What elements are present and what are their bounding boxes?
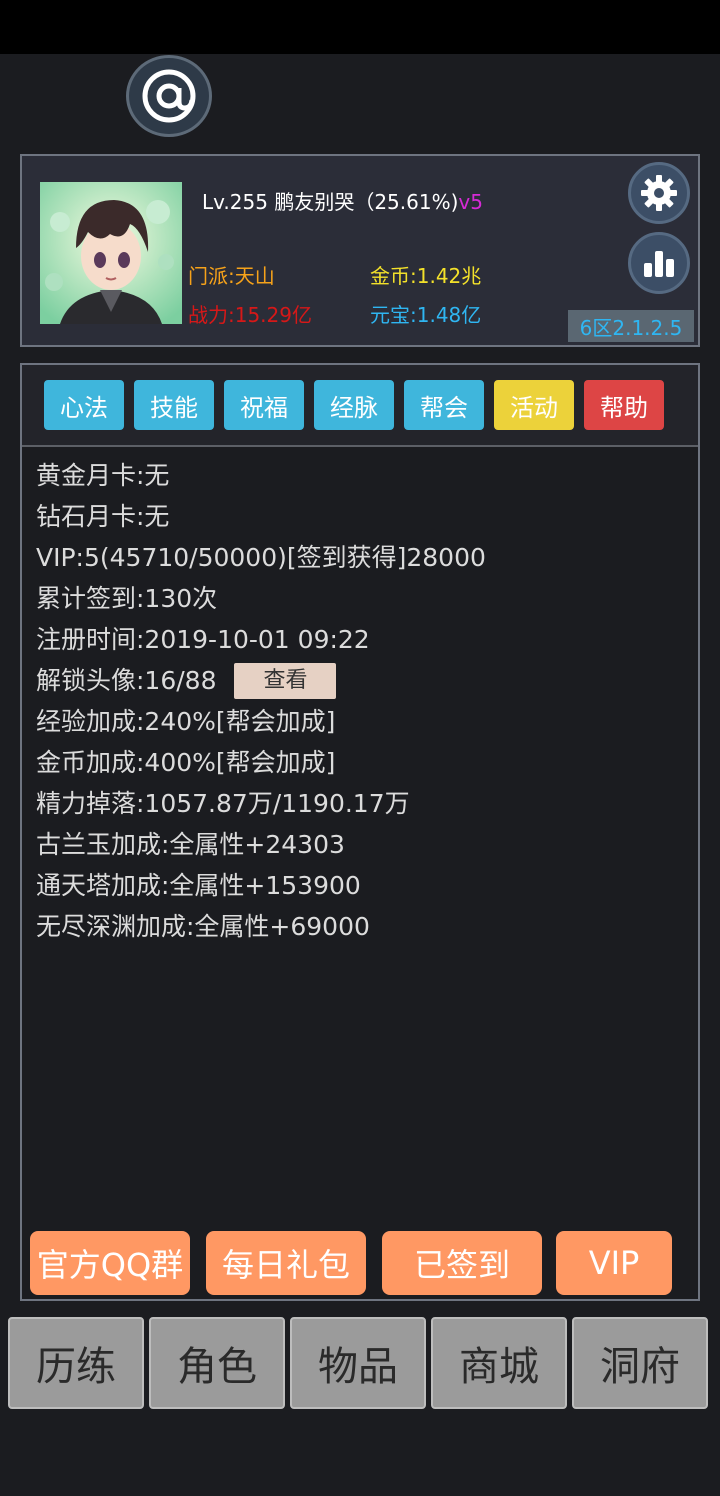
gold-label: 金币:1.42兆 [370,264,482,288]
abyss-bonus-line: 无尽深渊加成:全属性+69000 [36,912,370,941]
diamond-card-line: 钻石月卡:无 [36,502,170,531]
nav-cave[interactable]: 洞府 [572,1317,708,1409]
nav-character[interactable]: 角色 [149,1317,285,1409]
level-name-text: Lv.255 鹏友别哭（25.61%) [202,190,459,214]
view-avatars-button[interactable]: 查看 [234,662,337,699]
main-panel: 心法 技能 祝福 经脉 帮会 活动 帮助 黄金月卡:无 钻石月卡:无 VIP:5… [20,363,700,1301]
vip-tag: v5 [458,190,483,214]
bottom-nav: 历练 角色 物品 商城 洞府 [8,1317,712,1411]
player-info-list: 黄金月卡:无 钻石月卡:无 VIP:5(45710/50000)[签到获得]28… [36,455,486,947]
power-label: 战力:15.29亿 [188,303,312,327]
bar-chart-icon [644,251,674,277]
vip-button[interactable]: VIP [556,1231,672,1295]
ingot-label: 元宝:1.48亿 [370,303,482,327]
nav-training[interactable]: 历练 [8,1317,144,1409]
gold-bonus-line: 金币加成:400%[帮会加成] [36,748,336,777]
player-level-name: Lv.255 鹏友别哭（25.61%)v5 [202,186,483,215]
avatars-text: 解锁头像:16/88 [36,666,217,695]
nav-shop[interactable]: 商城 [431,1317,567,1409]
register-time-line: 注册时间:2019-10-01 09:22 [36,625,370,654]
vip-line: VIP:5(45710/50000)[签到获得]28000 [36,543,486,572]
player-avatar[interactable] [40,182,182,324]
signed-button[interactable]: 已签到 [382,1231,542,1295]
avatars-line: 解锁头像:16/88 查看 [36,660,486,701]
tab-help[interactable]: 帮助 [584,380,664,430]
at-button[interactable] [126,55,212,137]
tower-bonus-line: 通天塔加成:全属性+153900 [36,871,361,900]
stats-button[interactable] [628,232,690,294]
tab-guild[interactable]: 帮会 [404,380,484,430]
profile-panel: Lv.255 鹏友别哭（25.61%)v5 门派:天山 战力:15.29亿 金币… [20,154,700,347]
tab-xinfa[interactable]: 心法 [44,380,124,430]
nav-items[interactable]: 物品 [290,1317,426,1409]
tab-blessing[interactable]: 祝福 [224,380,304,430]
tab-skills[interactable]: 技能 [134,380,214,430]
tab-meridian[interactable]: 经脉 [314,380,394,430]
sect-label: 门派:天山 [188,264,275,288]
tab-events[interactable]: 活动 [494,380,574,430]
exp-bonus-line: 经验加成:240%[帮会加成] [36,707,336,736]
gulan-bonus-line: 古兰玉加成:全属性+24303 [36,830,345,859]
energy-drop-line: 精力掉落:1057.87万/1190.17万 [36,789,410,818]
status-bar [0,0,720,54]
daily-gift-button[interactable]: 每日礼包 [206,1231,366,1295]
gold-card-line: 黄金月卡:无 [36,461,170,490]
tab-strip: 心法 技能 祝福 经脉 帮会 活动 帮助 [22,365,698,447]
sign-total-line: 累计签到:130次 [36,584,218,613]
gear-icon [641,175,677,211]
at-sign-icon [142,69,196,123]
qq-group-button[interactable]: 官方QQ群 [30,1231,190,1295]
settings-button[interactable] [628,162,690,224]
server-tag: 6区2.1.2.5 [568,310,694,342]
